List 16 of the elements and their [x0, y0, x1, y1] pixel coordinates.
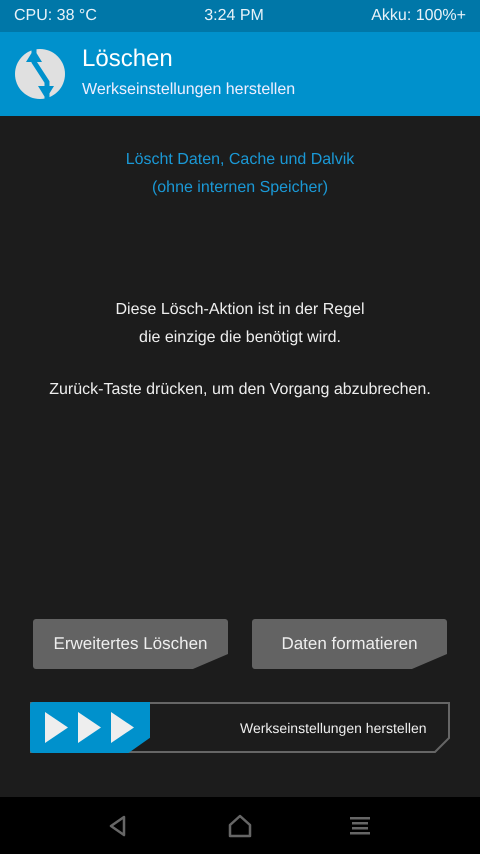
page-title: Löschen [82, 46, 174, 72]
action-button[interactable]: Erweitertes Löschen [33, 619, 228, 669]
battery-level: Akku: 100%+ [371, 6, 466, 26]
slider-thumb[interactable] [30, 702, 150, 753]
action-button[interactable]: Daten formatieren [252, 619, 447, 669]
home-icon[interactable] [226, 812, 254, 840]
swipe-slider[interactable]: Werkseinstellungen herstellen [30, 702, 450, 753]
clock: 3:24 PM [204, 6, 264, 26]
info-text: Löscht Daten, Cache und Dalvik (ohne internen Speicher) [126, 150, 354, 198]
cpu-temperature: CPU: 38 °C [14, 6, 97, 26]
page-subtitle: Werkseinstellungen herstellen [82, 80, 296, 100]
message-text: Zurück-Taste drücken, um den Vorgang abzubrechen. [49, 380, 431, 400]
slider-label: Werkseinstellungen herstellen [240, 719, 427, 738]
logo-icon [14, 48, 66, 100]
arrows-icon [44, 711, 136, 744]
message-text: Diese Lösch-Aktion ist in der Regel die einzige die benötigt wird. [114, 300, 366, 348]
